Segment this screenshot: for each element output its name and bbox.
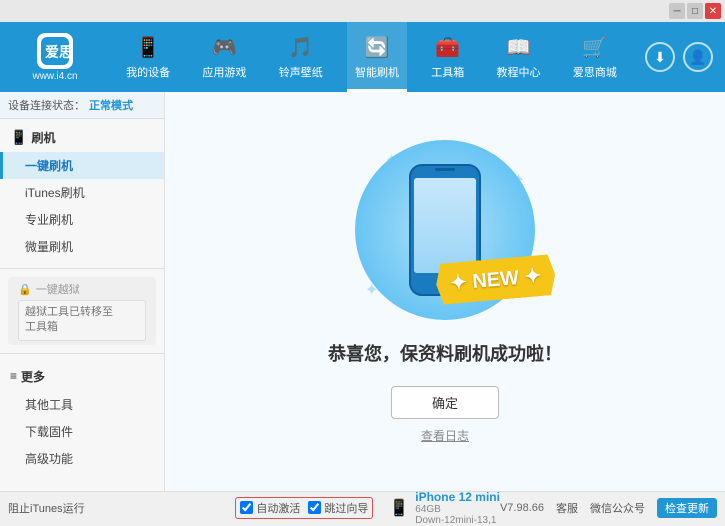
device-storage: 64GB (415, 504, 500, 515)
sidebar-item-micro-flash[interactable]: 微量刷机 (0, 233, 164, 260)
more-label: 更多 (21, 368, 45, 385)
tutorial-label: 教程中心 (497, 64, 541, 80)
minimize-button[interactable]: ─ (669, 3, 685, 19)
status-value: 正常模式 (89, 97, 133, 113)
bottom-right: V7.98.66 客服 微信公众号 检查更新 (500, 498, 717, 518)
success-illustration: ✦ ✦ ✦ ✧ (355, 140, 535, 320)
device-firmware: Down-12mini-13,1 (415, 515, 500, 526)
sidebar-item-pro-flash[interactable]: 专业刷机 (0, 206, 164, 233)
title-bar: ─ □ ✕ (0, 0, 725, 22)
update-button[interactable]: 检查更新 (657, 498, 717, 518)
nav-item-apps-games[interactable]: 🎮 应用游戏 (194, 22, 254, 92)
header-right: ⬇ 👤 (633, 42, 725, 72)
divider-1 (0, 268, 164, 269)
smart-flash-label: 智能刷机 (355, 64, 399, 80)
flash-section-label: 刷机 (31, 129, 55, 146)
more-icon: ≡ (10, 369, 17, 383)
toolbox-icon: 🧰 (435, 35, 460, 60)
sidebar-item-itunes-flash[interactable]: iTunes刷机 (0, 179, 164, 206)
device-info: 📱 iPhone 12 mini 64GB Down-12mini-13,1 (389, 490, 500, 526)
bottom-left: 阻止iTunes运行 自动激活 跳过向导 📱 iPhone 12 mini 64… (8, 490, 500, 526)
confirm-button[interactable]: 确定 (391, 386, 499, 419)
device-details: iPhone 12 mini 64GB Down-12mini-13,1 (415, 490, 500, 526)
status-label: 设备连接状态： (8, 97, 85, 113)
jailbreak-notice: 越狱工具已转移至工具箱 (18, 300, 146, 341)
my-device-icon: 📱 (136, 35, 161, 60)
nav-item-store[interactable]: 🛒 爱思商城 (565, 22, 625, 92)
my-device-label: 我的设备 (126, 64, 170, 80)
skip-wizard-input[interactable] (308, 501, 321, 514)
auto-launch-label: 自动激活 (256, 500, 300, 516)
ringtones-icon: 🎵 (288, 35, 313, 60)
sidebar-item-one-click-flash[interactable]: 一键刷机 (0, 152, 164, 179)
bottom-bar: 阻止iTunes运行 自动激活 跳过向导 📱 iPhone 12 mini 64… (0, 491, 725, 523)
wechat-link[interactable]: 微信公众号 (590, 500, 645, 516)
nav-items: 📱 我的设备 🎮 应用游戏 🎵 铃声壁纸 🔄 智能刷机 🧰 工具箱 📖 教程中心… (110, 22, 633, 92)
toolbox-label: 工具箱 (431, 64, 464, 80)
logo[interactable]: 爱思 www.i4.cn (0, 33, 110, 82)
header: 爱思 www.i4.cn 📱 我的设备 🎮 应用游戏 🎵 铃声壁纸 🔄 智能刷机… (0, 22, 725, 92)
customer-service-link[interactable]: 客服 (556, 500, 578, 516)
nav-item-my-device[interactable]: 📱 我的设备 (118, 22, 178, 92)
store-label: 爱思商城 (573, 64, 617, 80)
svg-text:爱思: 爱思 (45, 44, 69, 60)
flash-section-header: 📱 刷机 (0, 123, 164, 152)
nav-item-tutorial[interactable]: 📖 教程中心 (489, 22, 549, 92)
apps-games-icon: 🎮 (212, 35, 237, 60)
jailbreak-section: 🔒 一键越狱 越狱工具已转移至工具箱 (8, 277, 156, 345)
logo-icon: 爱思 (37, 33, 73, 69)
smart-flash-icon: 🔄 (365, 35, 390, 60)
store-icon: 🛒 (582, 35, 607, 60)
version-label: V7.98.66 (500, 502, 544, 514)
close-button[interactable]: ✕ (705, 3, 721, 19)
device-name: iPhone 12 mini (415, 490, 500, 504)
flash-section-icon: 📱 (10, 129, 27, 146)
logo-text: www.i4.cn (32, 71, 77, 82)
device-icon: 📱 (389, 498, 409, 518)
flash-section: 📱 刷机 一键刷机 iTunes刷机 专业刷机 微量刷机 (0, 119, 164, 264)
stop-itunes-link[interactable]: 阻止iTunes运行 (8, 500, 85, 516)
sidebar-item-download-firmware[interactable]: 下载固件 (0, 418, 164, 445)
secondary-link[interactable]: 查看日志 (421, 427, 469, 444)
apps-games-label: 应用游戏 (202, 64, 246, 80)
tutorial-icon: 📖 (506, 35, 531, 60)
sidebar-item-other-tools[interactable]: 其他工具 (0, 391, 164, 418)
restore-button[interactable]: □ (687, 3, 703, 19)
more-section-header: ≡ 更多 (0, 362, 164, 391)
divider-2 (0, 353, 164, 354)
status-bar: 设备连接状态： 正常模式 (0, 92, 164, 119)
sidebar-item-advanced[interactable]: 高级功能 (0, 445, 164, 472)
download-button[interactable]: ⬇ (645, 42, 675, 72)
nav-item-toolbox[interactable]: 🧰 工具箱 (423, 22, 472, 92)
jailbreak-label: 🔒 一键越狱 (18, 281, 146, 297)
nav-item-ringtones[interactable]: 🎵 铃声壁纸 (271, 22, 331, 92)
checkbox-group: 自动激活 跳过向导 (235, 497, 373, 519)
skip-wizard-label: 跳过向导 (324, 500, 368, 516)
content-area: ✦ ✦ ✦ ✧ (165, 92, 725, 491)
auto-launch-input[interactable] (240, 501, 253, 514)
main-layout: 设备连接状态： 正常模式 📱 刷机 一键刷机 iTunes刷机 专业刷机 微量刷… (0, 92, 725, 491)
success-message: 恭喜您，保资料刷机成功啦！ (328, 340, 562, 366)
circle-background: ✦ NEW ✦ (355, 140, 535, 320)
ringtones-label: 铃声壁纸 (279, 64, 323, 80)
skip-wizard-checkbox[interactable]: 跳过向导 (308, 500, 368, 516)
auto-launch-checkbox[interactable]: 自动激活 (240, 500, 300, 516)
sidebar: 设备连接状态： 正常模式 📱 刷机 一键刷机 iTunes刷机 专业刷机 微量刷… (0, 92, 165, 491)
nav-item-smart-flash[interactable]: 🔄 智能刷机 (347, 22, 407, 92)
more-section: ≡ 更多 其他工具 下载固件 高级功能 (0, 358, 164, 476)
user-button[interactable]: 👤 (683, 42, 713, 72)
